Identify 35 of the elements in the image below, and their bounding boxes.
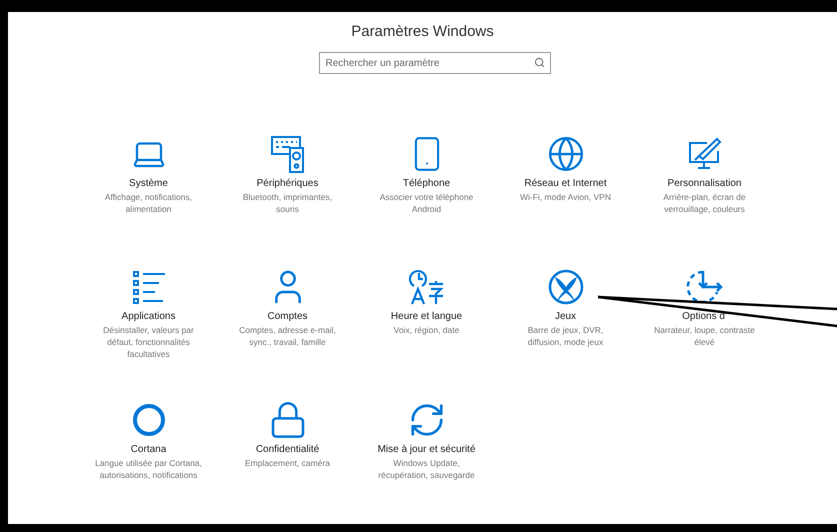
category-description: Emplacement, caméra [244,457,332,469]
search-icon [534,57,544,68]
category-description: Wi-Fi, mode Avion, VPN [518,191,612,203]
category-link[interactable]: Périphériques [256,178,318,189]
xbox-icon [546,268,584,306]
ring-icon [130,402,166,438]
category-link[interactable]: Confidentialité [256,444,320,455]
category-link[interactable]: Téléphone [402,178,450,189]
category-description: Affichage, notifications, alimentation [104,191,194,215]
search-field[interactable]: Rechercher un paramètre [318,52,550,74]
paintbrush-monitor-icon [686,136,722,172]
category-description: Désinstaller, valeurs par défaut, fonctionnalités facultatives [102,324,195,360]
category-link[interactable]: Réseau et Internet [524,178,607,189]
category-description: Langue utilisée par Cortana, autorisations, notifications [94,457,203,481]
category-description: Comptes, adresse e-mail, sync., travail, famille [238,324,337,348]
category-description: Windows Update, récupération, sauvegarde [377,457,476,481]
category-description: Barre de jeux, DVR, diffusion, mode jeux [526,324,604,348]
category-link[interactable]: Système [129,178,168,189]
clock-letter-icon [408,268,446,306]
category-link[interactable]: Mise à jour et sécurité [378,444,476,455]
window-title: Paramètres Windows [351,23,494,40]
globe-icon [546,135,584,173]
category-description: Narrateur, loupe, contraste élevé [653,324,756,348]
category-link[interactable]: Personnalisation [668,178,742,189]
category-description: Voix, région, date [392,324,460,336]
keyboard-speaker-icon [270,134,306,174]
category-link[interactable]: Applications [122,311,176,322]
category-link[interactable]: Jeux [554,311,576,322]
list-icon [130,269,166,305]
category-description: Associer votre téléphone Android [378,191,474,215]
category-link[interactable]: Heure et langue [390,311,462,322]
category-link[interactable]: Comptes [267,311,308,322]
category-description: Arrière-plan, écran de verrouillage, couleurs [662,191,747,215]
category-description: Bluetooth, imprimantes, souris [242,191,334,215]
category-link[interactable]: Cortana [130,444,166,455]
